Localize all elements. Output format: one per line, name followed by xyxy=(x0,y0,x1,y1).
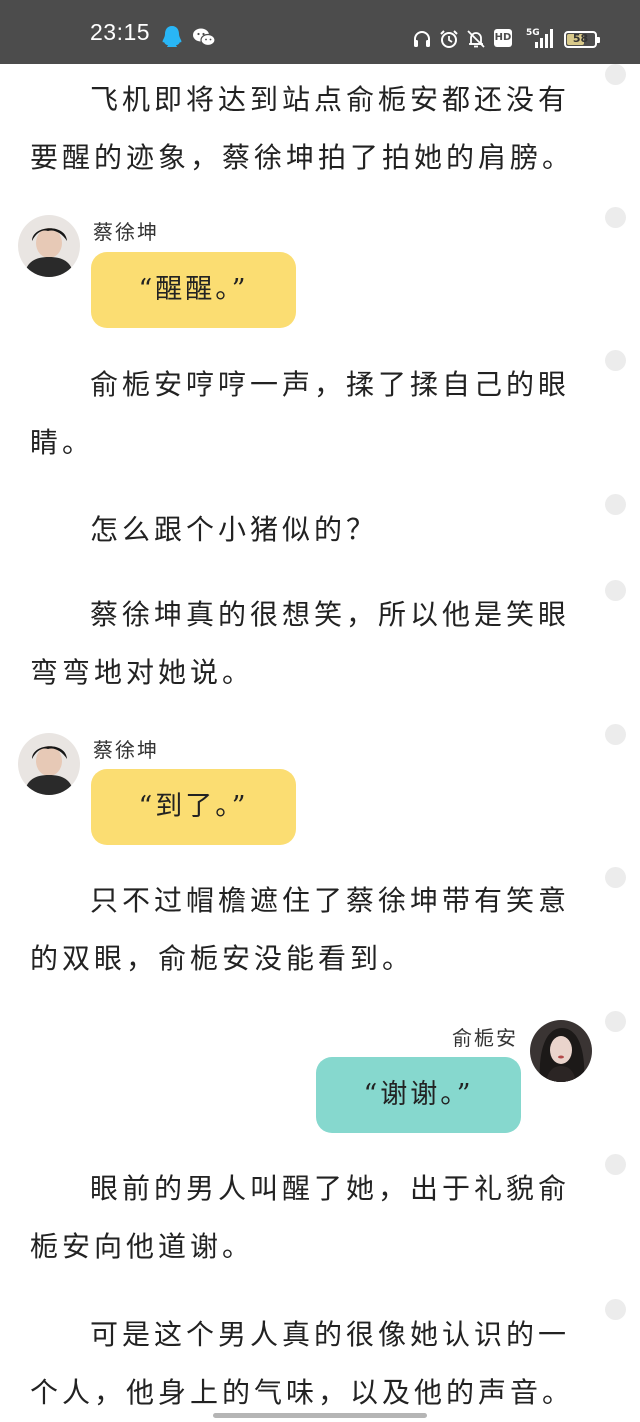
paragraph-comment-button[interactable] xyxy=(605,494,626,515)
story-paragraph: 只不过帽檐遮住了蔡徐坤带有笑意的双眼，俞栀安没能看到。 xyxy=(30,884,571,975)
story-paragraph: 俞栀安哼哼一声，揉了揉自己的眼睛。 xyxy=(30,368,571,459)
paragraph-comment-button[interactable] xyxy=(605,1299,626,1320)
paragraph-comment-button[interactable] xyxy=(605,207,626,228)
story-paragraph: 飞机即将达到站点俞栀安都还没有要醒的迹象，蔡徐坤拍了拍她的肩膀。 xyxy=(30,83,575,174)
paragraph-comment-button[interactable] xyxy=(605,580,626,601)
dialogue-bubble: “到了。” xyxy=(91,769,296,845)
dialogue-bubble: “醒醒。” xyxy=(91,252,296,328)
home-indicator[interactable] xyxy=(213,1413,427,1418)
story-paragraph: 眼前的男人叫醒了她，出于礼貌俞栀安向他道谢。 xyxy=(30,1172,571,1263)
paragraph-comment-button[interactable] xyxy=(605,350,626,371)
qq-icon xyxy=(162,26,182,47)
mute-icon xyxy=(467,30,485,48)
status-bar: 23:15 HD 5G 58 xyxy=(0,0,640,64)
story-content[interactable]: 飞机即将达到站点俞栀安都还没有要醒的迹象，蔡徐坤拍了拍她的肩膀。 蔡徐坤 “醒醒… xyxy=(0,64,640,1422)
story-paragraph: 可是这个男人真的很像她认识的一个人，他身上的气味，以及他的声音。 xyxy=(30,1318,575,1409)
speaker-name: 俞栀安 xyxy=(452,1026,518,1050)
dialogue-bubble: “谢谢。” xyxy=(316,1057,521,1133)
paragraph-comment-button[interactable] xyxy=(605,724,626,745)
paragraph-comment-button[interactable] xyxy=(605,867,626,888)
alarm-icon xyxy=(440,30,458,48)
status-time: 23:15 xyxy=(90,19,151,45)
svg-text:5G: 5G xyxy=(526,28,540,38)
speaker-name: 蔡徐坤 xyxy=(93,738,159,762)
headphones-icon xyxy=(414,31,430,47)
paragraph-comment-button[interactable] xyxy=(605,1154,626,1175)
avatar[interactable] xyxy=(18,733,80,795)
avatar[interactable] xyxy=(18,215,80,277)
5g-signal-icon: 5G xyxy=(526,28,553,48)
speaker-name: 蔡徐坤 xyxy=(93,220,159,244)
paragraph-comment-button[interactable] xyxy=(605,64,626,85)
battery-icon: 58 xyxy=(564,31,600,48)
story-paragraph: 蔡徐坤真的很想笑，所以他是笑眼弯弯地对她说。 xyxy=(30,598,571,689)
battery-level: 58 xyxy=(572,32,589,45)
wechat-icon xyxy=(193,28,216,47)
hd-icon: HD xyxy=(494,29,512,47)
story-paragraph: 怎么跟个小猪似的？ xyxy=(90,513,379,546)
avatar[interactable] xyxy=(530,1020,592,1082)
paragraph-comment-button[interactable] xyxy=(605,1011,626,1032)
